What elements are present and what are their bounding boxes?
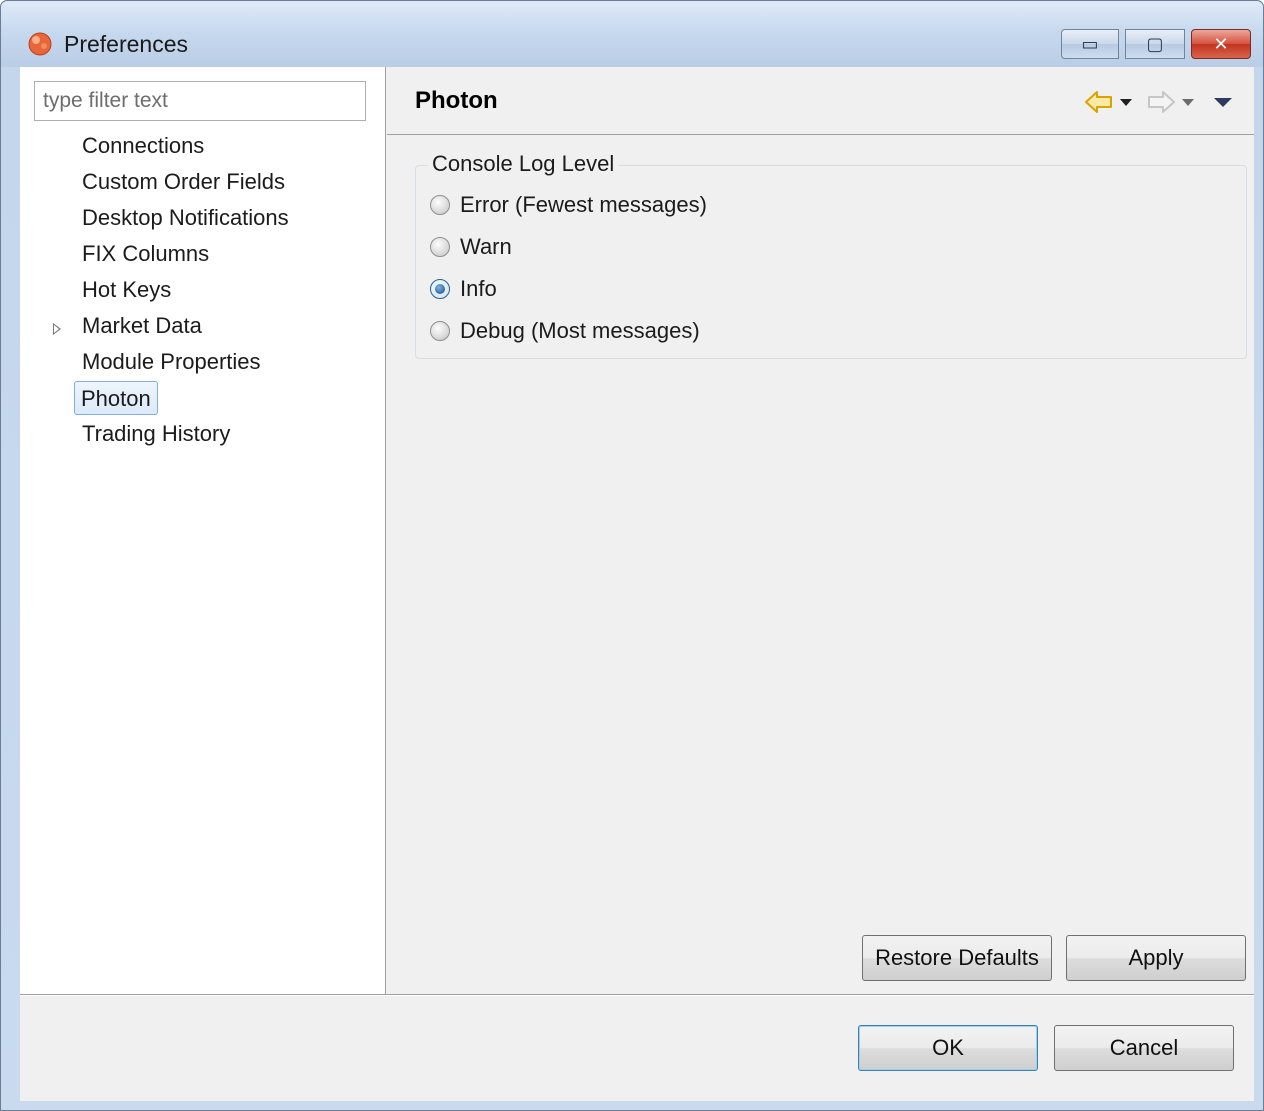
- tree-item-label: Custom Order Fields: [82, 169, 285, 194]
- maximize-icon: ▢: [1146, 33, 1164, 54]
- tree-item-photon[interactable]: Photon: [20, 381, 385, 417]
- radio-debug[interactable]: Debug (Most messages): [430, 316, 700, 346]
- preference-navigation-pane: Connections Custom Order Fields Desktop …: [20, 67, 386, 994]
- tree-item-market-data[interactable]: Market Data: [20, 309, 385, 345]
- cancel-button[interactable]: Cancel: [1054, 1025, 1234, 1071]
- tree-item-desktop-notifications[interactable]: Desktop Notifications: [20, 201, 385, 237]
- page-header: Photon: [387, 67, 1254, 135]
- radio-button-icon[interactable]: [430, 321, 450, 341]
- title-bar[interactable]: Preferences ▭ ▢ ✕: [1, 1, 1263, 67]
- tree-item-label: Hot Keys: [82, 277, 172, 302]
- tree-item-connections[interactable]: Connections: [20, 129, 385, 165]
- radio-button-selected-icon[interactable]: [430, 279, 450, 299]
- tree-item-label: FIX Columns: [82, 241, 210, 266]
- minimize-icon: ▭: [1081, 33, 1099, 54]
- group-title: Console Log Level: [428, 151, 619, 177]
- tree-item-trading-history[interactable]: Trading History: [20, 417, 385, 453]
- tree-item-hot-keys[interactable]: Hot Keys: [20, 273, 385, 309]
- radio-label: Warn: [460, 234, 512, 259]
- dialog-client-area: Connections Custom Order Fields Desktop …: [20, 67, 1254, 1101]
- tree-item-label: Connections: [82, 133, 205, 158]
- tree-item-fix-columns[interactable]: FIX Columns: [20, 237, 385, 273]
- preference-page: Photon Console Log Level Error (Fewest m…: [387, 67, 1254, 994]
- tree-item-label: Photon: [74, 381, 158, 415]
- apply-button[interactable]: Apply: [1066, 935, 1246, 981]
- maximize-button[interactable]: ▢: [1125, 29, 1185, 59]
- radio-label: Info: [460, 276, 497, 301]
- expand-arrow-icon[interactable]: [53, 323, 61, 335]
- radio-button-icon[interactable]: [430, 195, 450, 215]
- tree-item-label: Desktop Notifications: [82, 205, 289, 230]
- forward-arrow-icon[interactable]: [1146, 89, 1176, 115]
- back-arrow-icon[interactable]: [1084, 89, 1114, 115]
- restore-defaults-button[interactable]: Restore Defaults: [862, 935, 1052, 981]
- tree-item-module-properties[interactable]: Module Properties: [20, 345, 385, 381]
- page-navigation-toolbar: [1084, 89, 1232, 115]
- tree-item-label: Module Properties: [82, 349, 261, 374]
- radio-label: Error (Fewest messages): [460, 192, 707, 217]
- tree-item-custom-order-fields[interactable]: Custom Order Fields: [20, 165, 385, 201]
- tree-item-label: Trading History: [82, 421, 231, 446]
- tree-item-label: Market Data: [82, 313, 202, 338]
- forward-history-dropdown-icon[interactable]: [1182, 98, 1194, 106]
- ok-button[interactable]: OK: [858, 1025, 1038, 1071]
- preference-tree: Connections Custom Order Fields Desktop …: [20, 129, 385, 453]
- filter-input[interactable]: [34, 81, 366, 121]
- close-icon: ✕: [1213, 33, 1229, 54]
- close-button[interactable]: ✕: [1191, 29, 1251, 59]
- page-title: Photon: [415, 87, 498, 114]
- radio-error[interactable]: Error (Fewest messages): [430, 190, 707, 220]
- radio-label: Debug (Most messages): [460, 318, 700, 343]
- minimize-button[interactable]: ▭: [1061, 29, 1119, 59]
- radio-info[interactable]: Info: [430, 274, 497, 304]
- radio-button-icon[interactable]: [430, 237, 450, 257]
- footer-separator: [20, 994, 1254, 996]
- console-log-level-group: Console Log Level Error (Fewest messages…: [415, 151, 1247, 359]
- radio-warn[interactable]: Warn: [430, 232, 512, 262]
- preferences-window: Preferences ▭ ▢ ✕ Connections Custom Ord…: [0, 0, 1264, 1111]
- back-history-dropdown-icon[interactable]: [1120, 98, 1132, 106]
- window-title: Preferences: [64, 31, 189, 57]
- view-menu-icon[interactable]: [1214, 97, 1232, 107]
- app-logo-icon: [28, 32, 52, 56]
